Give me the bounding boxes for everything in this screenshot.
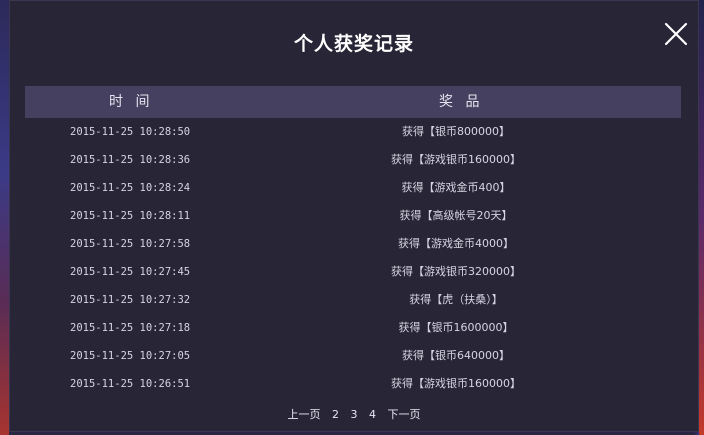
table-row: 2015-11-25 10:26:51 获得【游戏银币160000】 [25, 370, 681, 398]
row-time: 2015-11-25 10:26:51 [70, 378, 191, 390]
award-record-dialog: 个人获奖记录 时 间 奖 品 2015-11-25 10:28:50 获得【银币… [9, 0, 699, 432]
row-time: 2015-11-25 10:28:24 [70, 182, 191, 194]
row-time: 2015-11-25 10:27:58 [70, 238, 191, 250]
row-prize: 获得【虎（扶桑）】 [409, 293, 503, 306]
table-row: 2015-11-25 10:28:11 获得【高级帐号20天】 [25, 202, 681, 230]
table-row: 2015-11-25 10:28:24 获得【游戏金币400】 [25, 174, 681, 202]
row-prize: 获得【游戏银币160000】 [391, 377, 521, 390]
row-prize: 获得【银币1600000】 [398, 321, 514, 334]
table-row: 2015-11-25 10:27:18 获得【银币1600000】 [25, 314, 681, 342]
close-icon [664, 22, 688, 46]
table-row: 2015-11-25 10:27:58 获得【游戏金币4000】 [25, 230, 681, 258]
row-prize: 获得【高级帐号20天】 [399, 209, 513, 222]
row-time: 2015-11-25 10:27:05 [70, 350, 191, 362]
table-row: 2015-11-25 10:27:45 获得【游戏银币320000】 [25, 258, 681, 286]
row-prize: 获得【银币640000】 [402, 349, 510, 362]
dialog-title: 个人获奖记录 [293, 33, 414, 55]
table-header: 时 间 奖 品 [25, 86, 681, 118]
row-time: 2015-11-25 10:27:32 [70, 294, 191, 306]
row-prize: 获得【游戏金币400】 [401, 181, 511, 194]
table-row: 2015-11-25 10:28:50 获得【银币800000】 [25, 118, 681, 146]
record-list: 2015-11-25 10:28:50 获得【银币800000】 2015-11… [25, 118, 681, 398]
background-edge-right [699, 0, 704, 435]
page-link-2[interactable]: 2 [332, 408, 339, 421]
page-link-3[interactable]: 3 [351, 408, 358, 421]
row-time: 2015-11-25 10:27:45 [70, 266, 191, 278]
row-prize: 获得【游戏金币4000】 [398, 237, 514, 250]
row-prize: 获得【银币800000】 [402, 125, 510, 138]
background-edge-left [0, 0, 9, 435]
row-prize: 获得【游戏银币160000】 [391, 153, 521, 166]
table-row: 2015-11-25 10:27:32 获得【虎（扶桑）】 [25, 286, 681, 314]
pagination: 上一页 2 3 4 下一页 [10, 406, 698, 422]
prev-page-link[interactable]: 上一页 [288, 408, 321, 421]
close-button[interactable] [660, 18, 692, 50]
row-time: 2015-11-25 10:28:50 [70, 126, 191, 138]
next-page-link[interactable]: 下一页 [388, 408, 421, 421]
table-row: 2015-11-25 10:28:36 获得【游戏银币160000】 [25, 146, 681, 174]
row-time: 2015-11-25 10:28:11 [70, 210, 191, 222]
page-link-4[interactable]: 4 [369, 408, 376, 421]
column-header-time: 时 间 [109, 94, 154, 110]
table-row: 2015-11-25 10:27:05 获得【银币640000】 [25, 342, 681, 370]
column-header-prize: 奖 品 [439, 94, 484, 110]
row-time: 2015-11-25 10:27:18 [70, 322, 191, 334]
row-prize: 获得【游戏银币320000】 [391, 265, 521, 278]
row-time: 2015-11-25 10:28:36 [70, 154, 191, 166]
